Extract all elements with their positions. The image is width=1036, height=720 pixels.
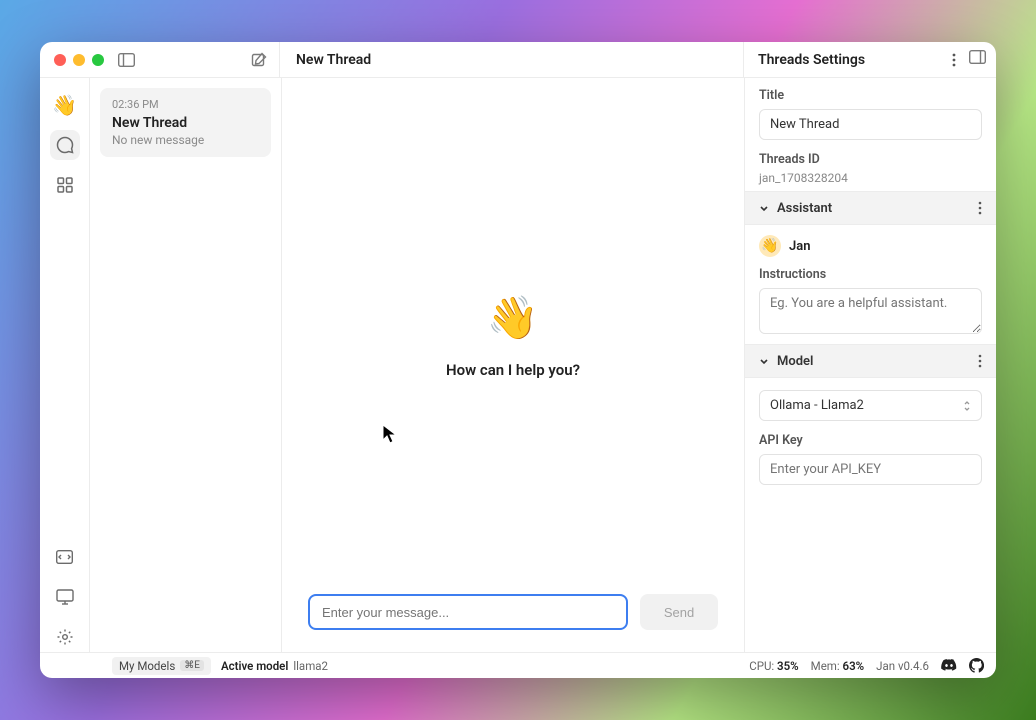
thread-title-text: New Thread [296, 52, 371, 68]
discord-icon[interactable] [941, 659, 957, 672]
active-model-indicator: Active model llama2 [221, 659, 328, 673]
title-input[interactable] [759, 109, 982, 140]
model-select[interactable]: Ollama - Llama2 [759, 390, 982, 421]
assistant-row: 👋 Jan [745, 225, 996, 267]
api-key-input[interactable] [759, 454, 982, 485]
assistant-avatar: 👋 [759, 235, 781, 257]
nav-hub-icon[interactable] [50, 170, 80, 200]
threads-id-value: jan_1708328204 [759, 171, 982, 185]
assistant-menu-icon[interactable] [978, 201, 982, 215]
active-model-label: Active model [221, 659, 288, 673]
active-model-value: llama2 [293, 659, 328, 673]
composer: Send [282, 594, 744, 652]
status-bar: My Models ⌘E Active model llama2 CPU: 35… [40, 652, 996, 678]
model-menu-icon[interactable] [978, 354, 982, 368]
thread-title: New Thread [112, 115, 259, 131]
version-label: Jan v0.4.6 [876, 659, 929, 673]
github-icon[interactable] [969, 658, 984, 673]
threads-id-label: Threads ID [759, 152, 982, 167]
sidebar-toggle-icon[interactable] [118, 53, 135, 67]
my-models-button[interactable]: My Models ⌘E [112, 657, 211, 675]
nav-threads-icon[interactable] [50, 130, 80, 160]
settings-header: Threads Settings [744, 42, 996, 77]
thread-item[interactable]: 02:36 PM New Thread No new message [100, 88, 271, 157]
mem-usage: Mem: 63% [811, 659, 865, 673]
thread-settings-panel: Title Threads ID jan_1708328204 Assistan… [744, 78, 996, 652]
message-input[interactable] [308, 594, 628, 630]
chevron-down-icon [759, 203, 769, 213]
chat-panel: 👋 How can I help you? Send [282, 78, 744, 652]
cpu-usage: CPU: 35% [749, 659, 798, 673]
wave-emoji: 👋 [487, 294, 539, 343]
titlebar-left [40, 42, 280, 77]
threads-list: 02:36 PM New Thread No new message [90, 78, 282, 652]
instructions-textarea[interactable] [759, 288, 982, 334]
my-models-shortcut: ⌘E [180, 660, 204, 671]
collapse-panel-icon[interactable] [969, 50, 986, 64]
model-section-title: Model [777, 354, 813, 369]
model-section-header[interactable]: Model [745, 344, 996, 378]
thread-time: 02:36 PM [112, 98, 259, 111]
api-key-label: API Key [759, 433, 982, 448]
app-window: New Thread Threads Settings 👋 [40, 42, 996, 678]
chevron-down-icon [759, 356, 769, 366]
assistant-section-header[interactable]: Assistant [745, 191, 996, 225]
settings-title-text: Threads Settings [758, 52, 865, 68]
my-models-label: My Models [119, 659, 175, 673]
close-window-button[interactable] [54, 54, 66, 66]
window-controls [40, 54, 104, 66]
nav-assistant-icon[interactable]: 👋 [50, 90, 80, 120]
new-thread-icon[interactable] [251, 52, 267, 68]
title-label: Title [759, 88, 982, 103]
nav-system-monitor-icon[interactable] [50, 582, 80, 612]
model-selected-value: Ollama - Llama2 [770, 398, 864, 413]
settings-menu-icon[interactable] [952, 53, 956, 67]
nav-rail: 👋 [40, 78, 90, 652]
titlebar: New Thread Threads Settings [40, 42, 996, 78]
assistant-name: Jan [789, 239, 811, 254]
app-body: 👋 02:36 PM New Thread No new m [40, 78, 996, 652]
instructions-label: Instructions [759, 267, 982, 282]
send-button[interactable]: Send [640, 594, 718, 630]
assistant-section-title: Assistant [777, 201, 832, 216]
thread-subtitle: No new message [112, 133, 259, 147]
thread-title-header: New Thread [280, 42, 744, 77]
minimize-window-button[interactable] [73, 54, 85, 66]
hero-prompt: How can I help you? [446, 361, 580, 379]
zoom-window-button[interactable] [92, 54, 104, 66]
select-chevron-icon [963, 400, 971, 412]
empty-state: 👋 How can I help you? [282, 78, 744, 594]
nav-local-api-icon[interactable] [50, 542, 80, 572]
nav-settings-icon[interactable] [50, 622, 80, 652]
